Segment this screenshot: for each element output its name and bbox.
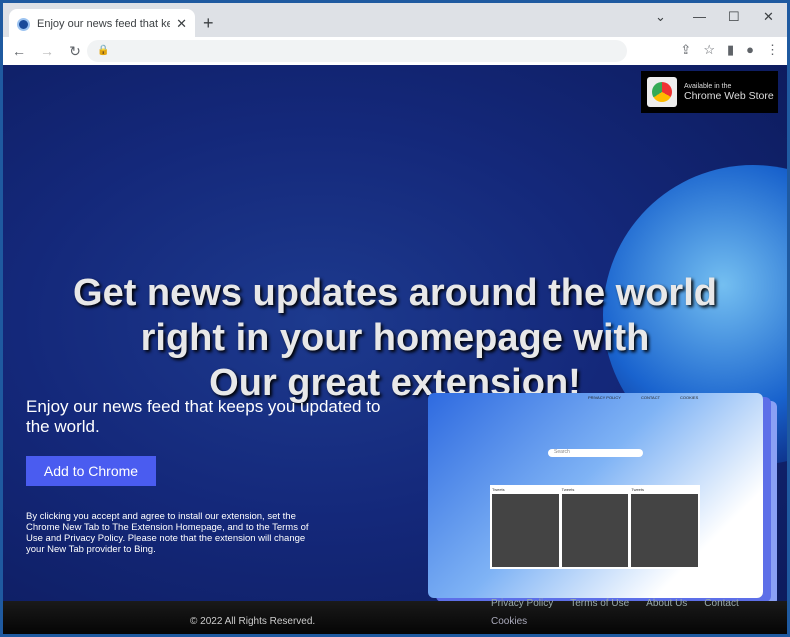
reload-icon[interactable]: ↻: [63, 43, 87, 60]
badge-line2: Chrome Web Store: [684, 89, 774, 102]
tweet-header: Tweets: [492, 487, 505, 492]
tab-title: Enjoy our news feed that keeps you updat…: [37, 18, 171, 30]
side-panel-icon[interactable]: ▮: [727, 42, 734, 58]
add-to-chrome-button[interactable]: Add to Chrome: [26, 456, 156, 486]
preview-nav: CONTACT: [640, 395, 661, 400]
maximize-icon[interactable]: ☐: [728, 9, 740, 25]
address-bar[interactable]: 🔒: [87, 40, 627, 62]
browser-window: Enjoy our news feed that keeps you updat…: [3, 3, 787, 634]
browser-tab[interactable]: Enjoy our news feed that keeps you updat…: [9, 9, 195, 39]
close-window-icon[interactable]: ✕: [763, 9, 774, 25]
bookmark-star-icon[interactable]: ☆: [703, 42, 715, 58]
menu-icon[interactable]: ⋮: [766, 42, 779, 58]
chrome-web-store-badge[interactable]: Available in the Chrome Web Store: [641, 71, 778, 113]
favicon-icon: [17, 17, 30, 31]
preview-search: Search: [548, 449, 643, 457]
headline: Get news updates around the world right …: [3, 271, 787, 406]
forward-icon[interactable]: →: [35, 43, 59, 59]
new-tab-button[interactable]: +: [203, 13, 214, 34]
subtitle: Enjoy our news feed that keeps you updat…: [26, 397, 381, 436]
footer-link-cookies[interactable]: Cookies: [491, 616, 527, 628]
footer-link-contact[interactable]: Contact: [704, 598, 738, 609]
footer-link-terms[interactable]: Terms of Use: [570, 598, 629, 609]
close-tab-icon[interactable]: ✕: [176, 16, 187, 32]
profile-avatar-icon[interactable]: ●: [746, 42, 754, 58]
badge-line1: Available in the: [684, 82, 732, 90]
preview-nav: COOKIES: [680, 395, 699, 400]
lock-icon: 🔒: [97, 45, 110, 56]
share-icon[interactable]: ⇪: [680, 42, 691, 58]
preview-tweets: Tweets Tweets Tweets: [490, 485, 700, 569]
toolbar: ← → ↻ 🔒 ⇪ ☆ ▮ ● ⋮: [3, 37, 787, 65]
chrome-logo-icon: [647, 77, 677, 107]
footer-link-about[interactable]: About Us: [646, 598, 687, 609]
web-page: Available in the Chrome Web Store Get ne…: [3, 65, 787, 634]
headline-line: right in your homepage with: [140, 317, 650, 359]
tab-search-icon[interactable]: ⌄: [655, 9, 666, 25]
tweet-header: Tweets: [631, 487, 645, 492]
extension-preview-image: PRIVACY POLICY CONTACT COOKIES Search Twee…: [428, 393, 763, 598]
minimize-icon[interactable]: —: [693, 9, 706, 24]
copyright: © 2022 All Rights Reserved.: [190, 616, 316, 627]
back-icon[interactable]: ←: [7, 43, 31, 59]
headline-line: Get news updates around the world: [73, 272, 717, 314]
preview-nav: PRIVACY POLICY: [588, 395, 621, 400]
tweet-header: Tweets: [561, 487, 575, 492]
disclaimer: By clicking you accept and agree to inst…: [26, 511, 309, 555]
footer-link-privacy[interactable]: Privacy Policy: [491, 598, 553, 609]
